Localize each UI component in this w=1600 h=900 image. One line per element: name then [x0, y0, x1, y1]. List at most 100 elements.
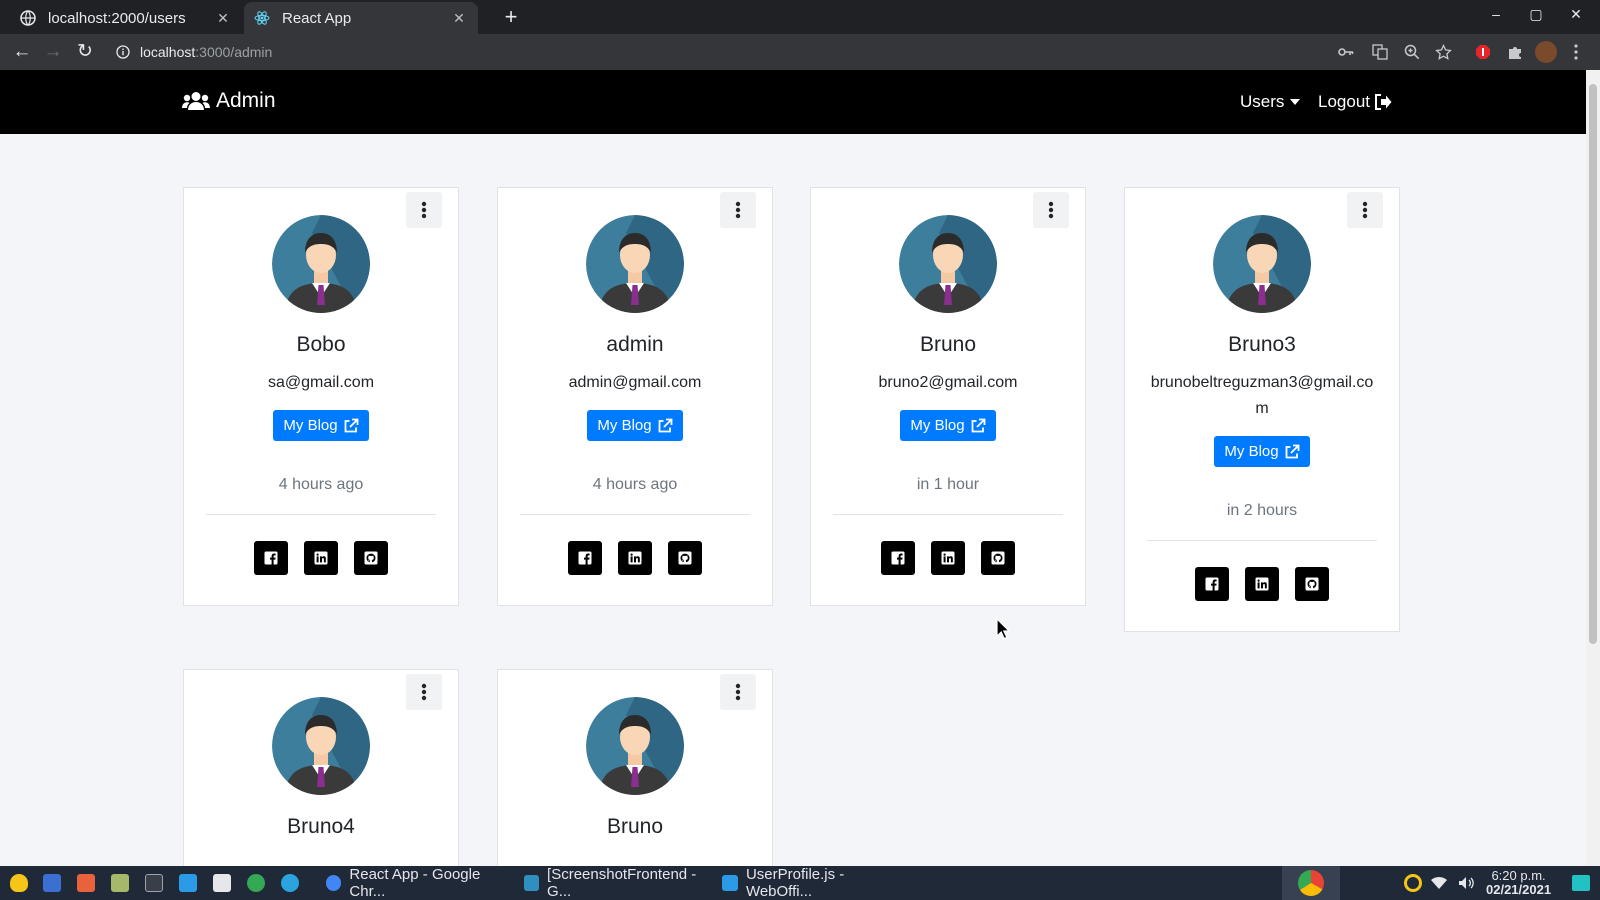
navbar-brand[interactable]: Admin	[182, 89, 276, 113]
zoom-icon[interactable]	[1402, 42, 1422, 62]
clock-date: 02/21/2021	[1486, 882, 1552, 897]
text-editor-icon[interactable]	[43, 874, 61, 892]
notifications-icon[interactable]	[1572, 866, 1590, 900]
github-icon[interactable]	[354, 541, 388, 575]
linkedin-icon[interactable]	[931, 541, 965, 575]
card-options-icon[interactable]	[406, 674, 442, 710]
my-blog-button[interactable]: My Blog	[1214, 436, 1310, 467]
facebook-icon[interactable]	[568, 541, 602, 575]
user-card: Bruno	[497, 669, 773, 866]
user-name: Bruno	[919, 333, 977, 356]
wifi-icon[interactable]	[1430, 866, 1448, 900]
chrome-icon	[1298, 870, 1324, 896]
divider	[206, 514, 436, 515]
tray-icon-updates[interactable]	[1404, 866, 1422, 900]
close-window-button[interactable]: ✕	[1565, 6, 1587, 23]
document-viewer-icon[interactable]	[77, 874, 95, 892]
card-options-icon[interactable]	[1347, 192, 1383, 228]
forward-arrow-icon[interactable]: →	[41, 40, 65, 64]
facebook-icon[interactable]	[1195, 567, 1229, 601]
taskbar-window-chrome[interactable]: React App - Google Chr...	[320, 866, 514, 900]
users-grid: Bobo sa@gmail.com My Blog 4 hours ago admin a…	[0, 134, 1586, 866]
my-blog-button[interactable]: My Blog	[900, 410, 996, 441]
window-app-icon	[524, 875, 540, 891]
last-seen-time: in 2 hours	[1226, 502, 1298, 519]
window-title: [ScreenshotFrontend - G...	[547, 866, 697, 900]
social-links	[1125, 567, 1399, 601]
terminal-icon[interactable]	[145, 874, 163, 892]
taskbar-window-screenshot[interactable]: [ScreenshotFrontend - G...	[518, 866, 714, 900]
my-blog-label: My Blog	[1224, 443, 1279, 460]
writer-icon[interactable]	[213, 874, 231, 892]
chrome-icon[interactable]	[247, 874, 265, 892]
profile-avatar[interactable]	[1535, 41, 1557, 63]
new-tab-button[interactable]: +	[498, 4, 524, 30]
social-links	[184, 541, 458, 575]
window-title: React App - Google Chr...	[349, 866, 481, 900]
site-info-icon[interactable]	[116, 45, 130, 59]
globe-icon	[20, 10, 36, 26]
user-email: sa@gmail.com	[267, 374, 375, 391]
reload-icon[interactable]: ↻	[73, 40, 97, 64]
menu-dots-icon[interactable]	[1566, 42, 1586, 62]
tab-title: React App	[282, 9, 352, 27]
tab-localhost-users[interactable]: localhost:2000/users ✕	[10, 2, 242, 34]
telegram-icon[interactable]	[281, 874, 299, 892]
tab-react-app[interactable]: React App ✕	[244, 2, 478, 34]
react-logo-icon	[254, 10, 270, 26]
vscode-icon[interactable]	[179, 874, 197, 892]
linkedin-icon[interactable]	[618, 541, 652, 575]
card-options-icon[interactable]	[1033, 192, 1069, 228]
github-icon[interactable]	[668, 541, 702, 575]
divider	[1147, 540, 1377, 541]
active-chrome-tray[interactable]	[1282, 866, 1340, 900]
brand-title: Admin	[216, 89, 276, 112]
window-app-icon	[722, 875, 738, 891]
page-scrollbar[interactable]	[1586, 70, 1600, 866]
window-title: UserProfile.js - WebOffi...	[745, 866, 845, 900]
menu-launcher-icon[interactable]	[10, 874, 28, 892]
last-seen-time: 4 hours ago	[278, 476, 364, 493]
my-blog-button[interactable]: My Blog	[587, 410, 683, 441]
puzzle-extensions-icon[interactable]	[1505, 42, 1525, 62]
facebook-icon[interactable]	[881, 541, 915, 575]
avatar	[586, 697, 684, 795]
avatar	[1213, 215, 1311, 313]
adblock-extension-icon[interactable]	[1473, 42, 1493, 62]
taskbar-clock[interactable]: 6:20 p.m. 02/21/2021	[1486, 869, 1551, 897]
bookmark-star-icon[interactable]	[1433, 42, 1453, 62]
tab-title: localhost:2000/users	[48, 9, 186, 27]
users-dropdown-label: Users	[1240, 92, 1285, 111]
last-seen-time: in 1 hour	[916, 476, 980, 493]
file-manager-icon[interactable]	[111, 874, 129, 892]
github-icon[interactable]	[981, 541, 1015, 575]
user-card: Bruno bruno2@gmail.com My Blog in 1 hour	[810, 187, 1086, 606]
linkedin-icon[interactable]	[1245, 567, 1279, 601]
linkedin-icon[interactable]	[304, 541, 338, 575]
card-options-icon[interactable]	[406, 192, 442, 228]
key-icon[interactable]	[1336, 42, 1356, 62]
facebook-icon[interactable]	[254, 541, 288, 575]
tab-close-icon[interactable]: ✕	[214, 10, 232, 27]
social-links	[498, 541, 772, 575]
taskbar-window-vscode[interactable]: UserProfile.js - WebOffi...	[716, 866, 914, 900]
card-options-icon[interactable]	[720, 674, 756, 710]
browser-toolbar: ← → ↻ localhost:3000/admin	[0, 34, 1600, 70]
back-arrow-icon[interactable]: ←	[10, 40, 34, 64]
browser-tab-strip: localhost:2000/users ✕ React App ✕ + – ▢…	[0, 0, 1600, 34]
github-icon[interactable]	[1295, 567, 1329, 601]
my-blog-button[interactable]: My Blog	[273, 410, 369, 441]
address-bar[interactable]: localhost:3000/admin	[108, 37, 1438, 67]
scrollbar-thumb[interactable]	[1589, 84, 1597, 644]
maximize-button[interactable]: ▢	[1525, 6, 1547, 23]
card-options-icon[interactable]	[720, 192, 756, 228]
logout-link[interactable]: Logout	[1318, 92, 1392, 112]
minimize-button[interactable]: –	[1485, 6, 1507, 22]
avatar	[586, 215, 684, 313]
translate-icon[interactable]	[1370, 42, 1390, 62]
tab-close-icon[interactable]: ✕	[450, 10, 468, 27]
volume-icon[interactable]	[1458, 866, 1474, 900]
window-app-icon	[326, 875, 342, 891]
users-dropdown[interactable]: Users	[1240, 92, 1301, 112]
my-blog-label: My Blog	[283, 417, 338, 434]
